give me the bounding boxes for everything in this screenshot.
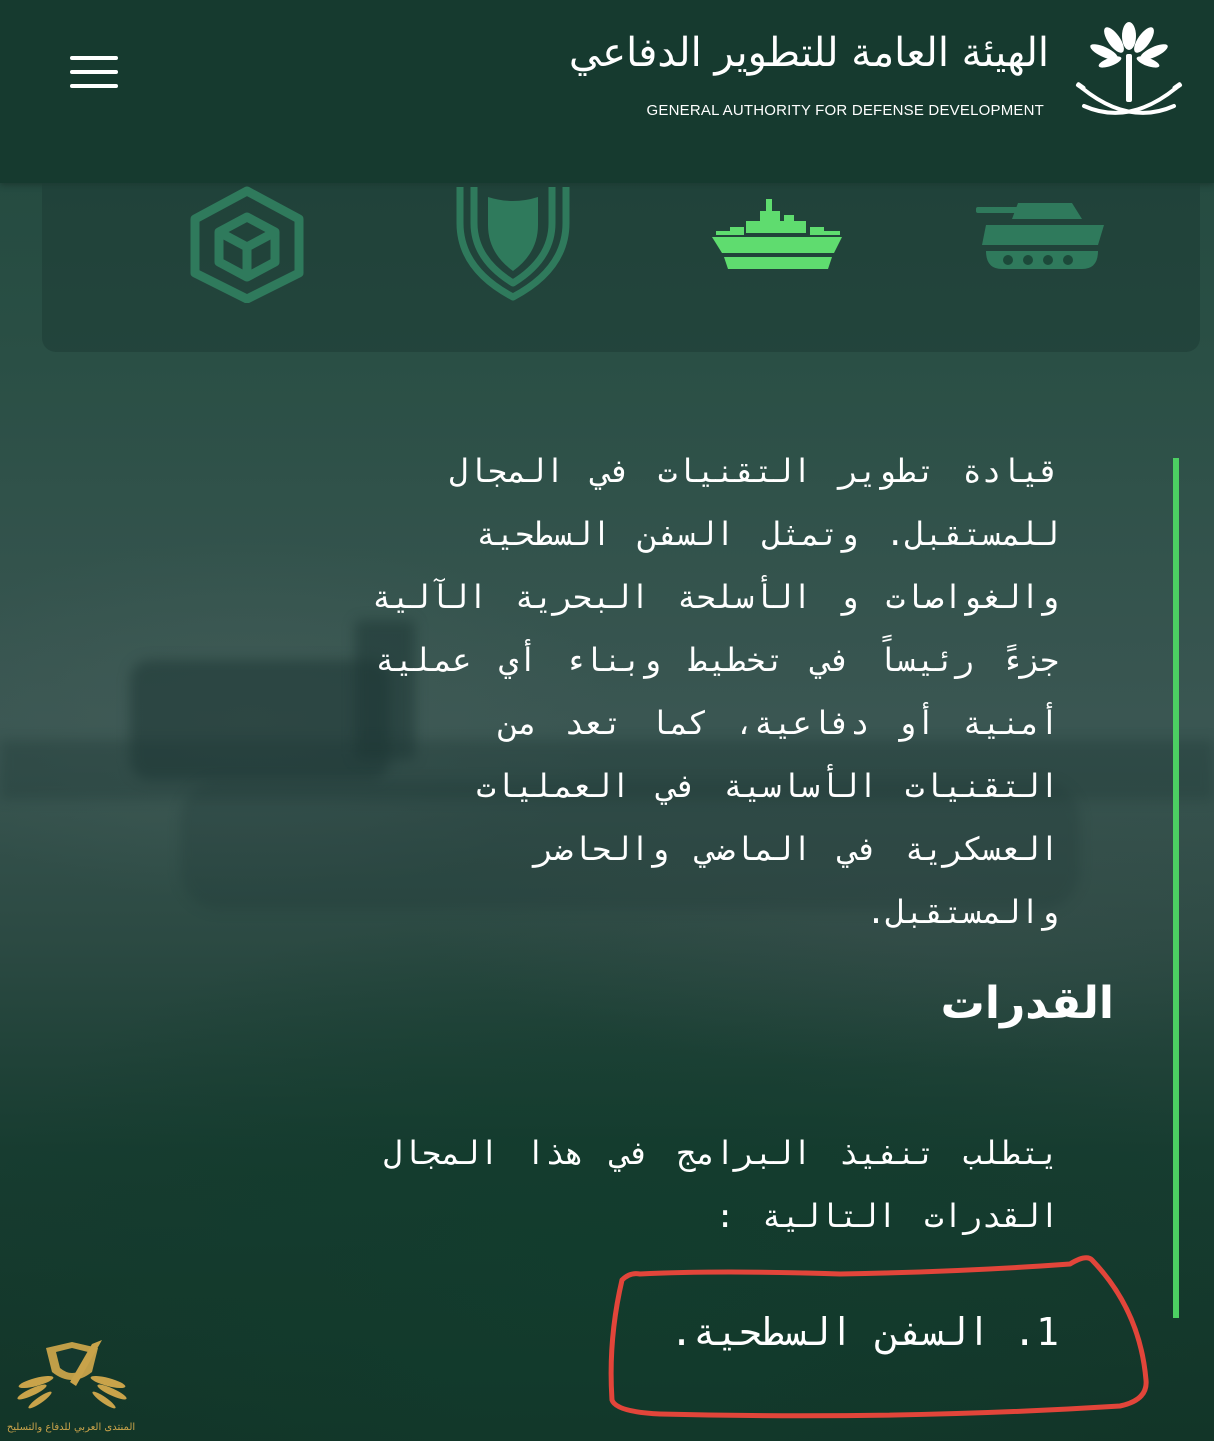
paragraph-line: التقنيات الأساسية في العمليات <box>476 767 1059 805</box>
paragraph-line: العسكرية في الماضي والحاضر <box>534 830 1059 868</box>
capabilities-intro: يتطلب تنفيذ البرامج في هذا المجال القدرا… <box>199 1122 1059 1248</box>
red-annotation-circle <box>608 1255 1149 1419</box>
warship-icon[interactable] <box>710 197 844 273</box>
section-accent-bar <box>1173 458 1179 1318</box>
paragraph-line: للمستقبل. وتمثل السفن السطحية <box>476 515 1059 553</box>
description-paragraph: قيادة تطوير التقنيات في المجال للمستقبل.… <box>199 440 1059 944</box>
shield-icon[interactable] <box>452 183 574 301</box>
paragraph-line: قيادة تطوير التقنيات في المجال <box>449 452 1059 490</box>
logo[interactable]: الهيئة العامة للتطوير الدفاعي GENERAL AU… <box>569 18 1184 138</box>
tank-icon[interactable] <box>976 203 1104 269</box>
logo-arabic-text: الهيئة العامة للتطوير الدفاعي <box>568 30 1050 76</box>
capabilities-heading: القدرات <box>940 978 1114 1029</box>
paragraph-line: يتطلب تنفيذ البرامج في هذا المجال <box>383 1134 1059 1172</box>
paragraph-line: جزءً رئيساً في تخطيط وبناء أي عملية <box>375 641 1059 679</box>
paragraph-line: والمستقبل. <box>866 893 1059 931</box>
cube-icon[interactable] <box>187 185 307 303</box>
paragraph-line: القدرات التالية : <box>715 1197 1059 1235</box>
category-icon-panel <box>42 183 1200 352</box>
top-header: الهيئة العامة للتطوير الدفاعي GENERAL AU… <box>0 0 1214 183</box>
paragraph-line: والغواصات و الأسلحة البحرية الآلية <box>371 578 1059 616</box>
paragraph-line: أمنية أو دفاعية، كما تعد من <box>498 704 1059 742</box>
palm-and-swords-emblem-icon <box>1075 22 1183 115</box>
logo-english-text: GENERAL AUTHORITY FOR DEFENSE DEVELOPMEN… <box>646 102 1044 119</box>
hamburger-menu-icon[interactable] <box>66 52 122 92</box>
watermark-text: المنتدى العربي للدفاع والتسليح <box>6 1422 136 1433</box>
